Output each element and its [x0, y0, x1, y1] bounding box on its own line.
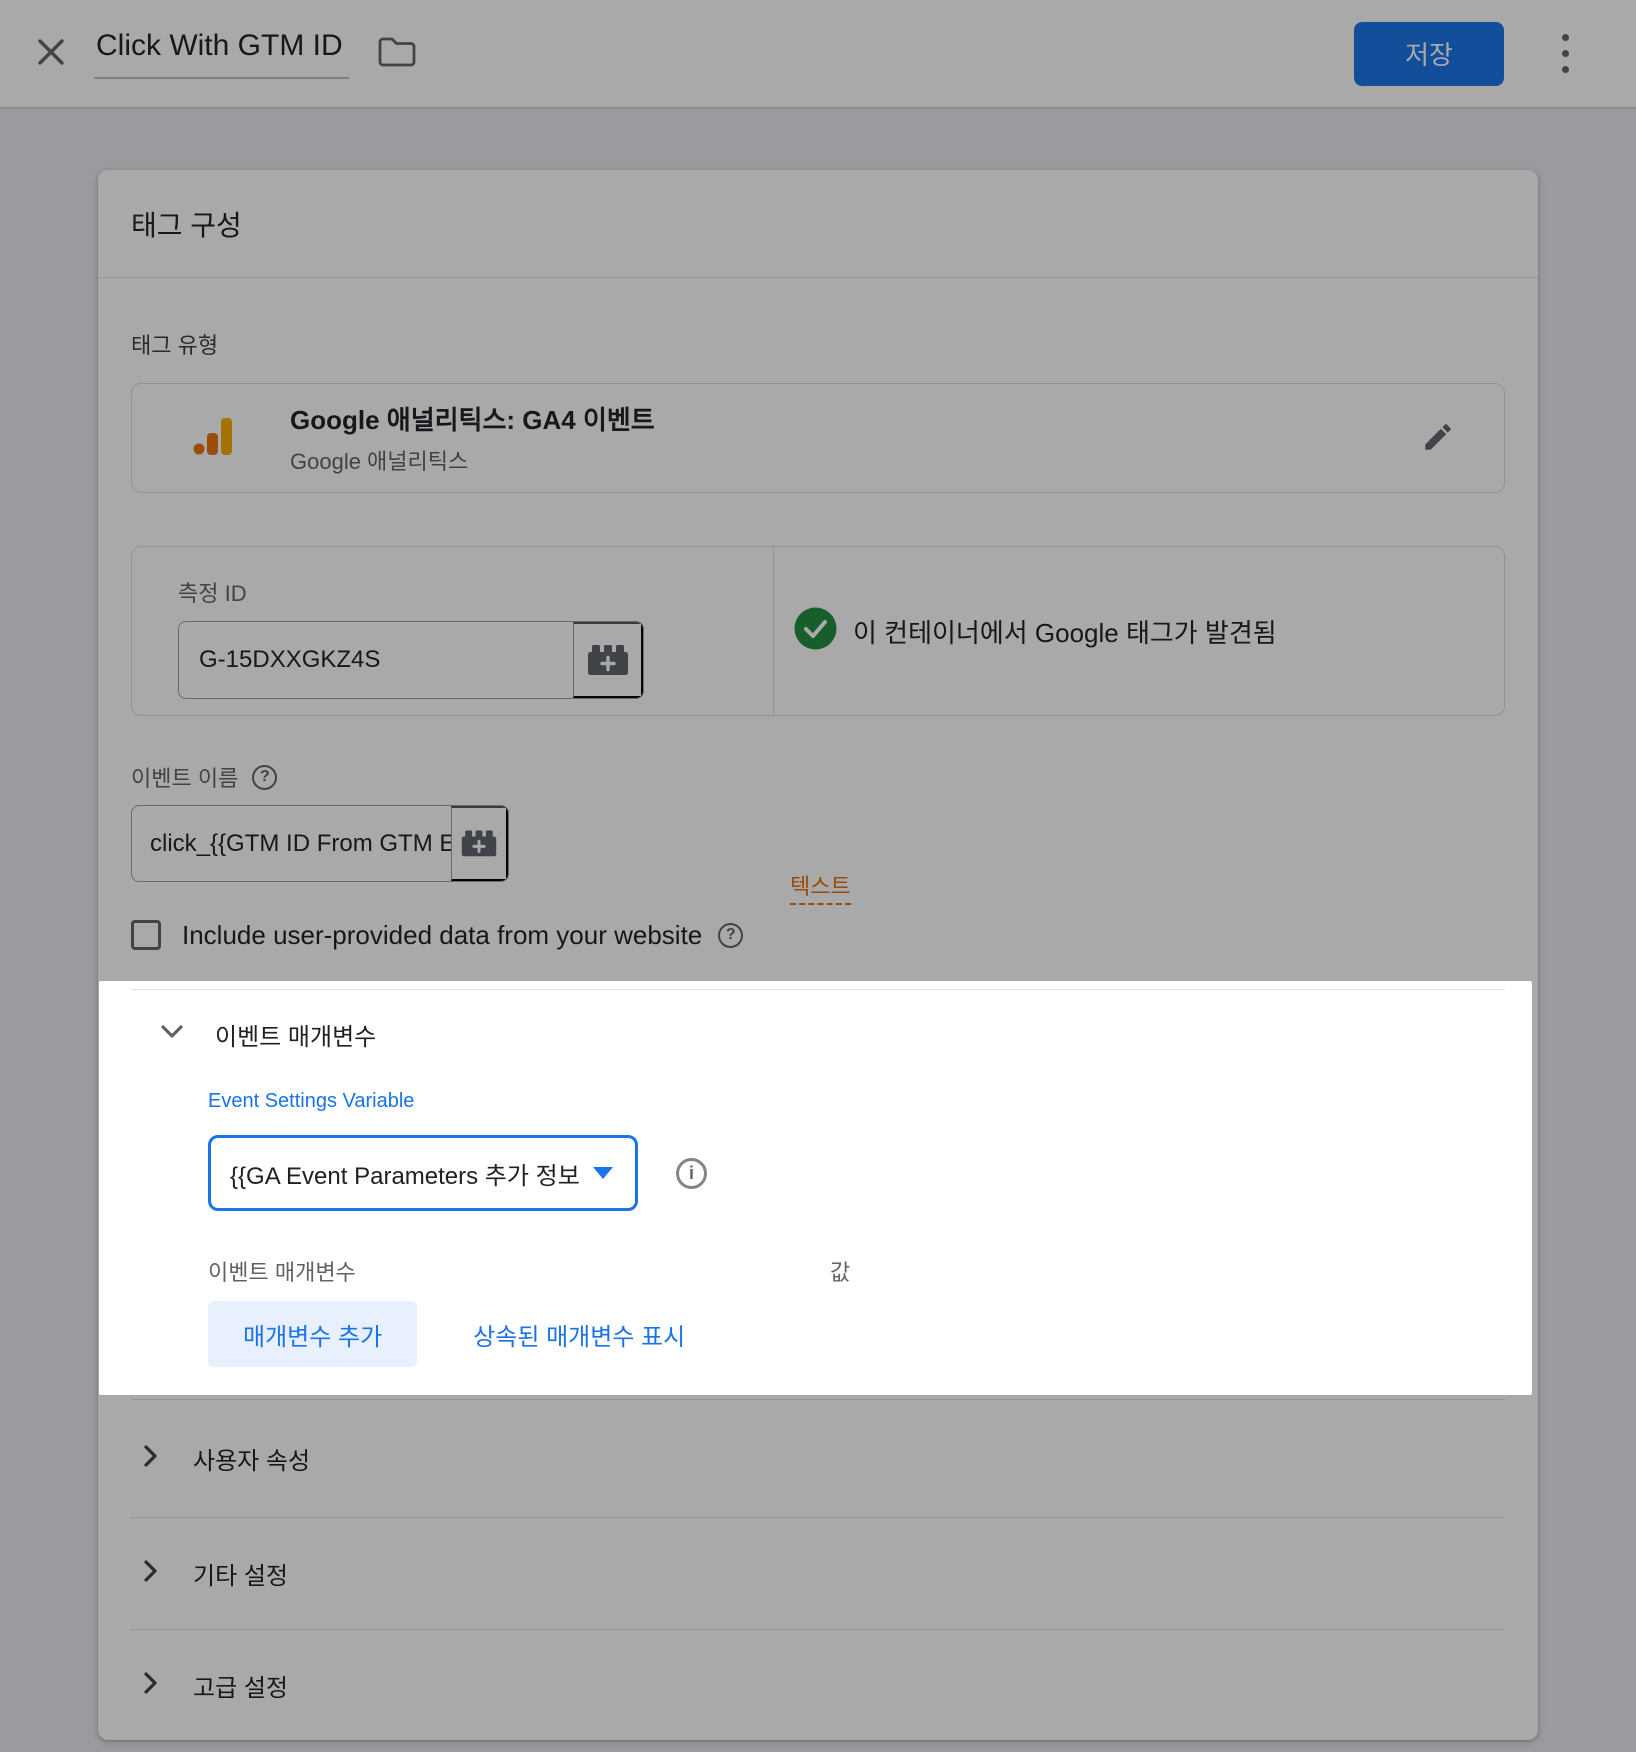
close-button[interactable] — [28, 31, 74, 77]
column-parameter-label: 이벤트 매개변수 — [208, 1255, 830, 1283]
user-data-checkbox[interactable] — [131, 920, 161, 950]
help-icon[interactable]: ? — [718, 923, 743, 948]
variable-brick-icon — [460, 827, 498, 861]
google-tag-status-text: 이 컨테이너에서 Google 태그가 발견됨 — [853, 613, 1277, 650]
info-icon[interactable]: i — [676, 1158, 707, 1189]
close-icon — [34, 35, 68, 72]
event-name-label: 이벤트 이름 — [131, 761, 238, 793]
more-options-button[interactable] — [1550, 31, 1580, 77]
tag-type-label: 태그 유형 — [131, 328, 1505, 360]
dropdown-caret-icon — [593, 1167, 613, 1179]
value-type-chip[interactable]: 텍스트 — [790, 869, 851, 905]
kebab-menu-icon — [1562, 34, 1569, 73]
card-section-title: 태그 구성 — [98, 170, 1538, 278]
event-name-input[interactable]: click_{{GTM ID From GTM Eleme — [132, 806, 451, 881]
parameters-table-header: 이벤트 매개변수 값 — [208, 1255, 1505, 1283]
pencil-icon — [1421, 420, 1455, 457]
user-data-checkbox-row: Include user-provided data from your web… — [131, 918, 1505, 952]
measurement-id-variable-button[interactable] — [573, 622, 643, 698]
tag-type-text: Google 애널리틱스: GA4 이벤트 Google 애널리틱스 — [290, 400, 655, 476]
section-other-settings[interactable]: 기타 설정 — [98, 1518, 1538, 1629]
tag-configuration-card: 태그 구성 태그 유형 Google 애널리틱스: GA4 이벤트 Google… — [98, 170, 1538, 1740]
measurement-id-input[interactable]: G-15DXXGKZ4S — [179, 622, 573, 698]
event-settings-variable-row: {{GA Event Parameters 추가 정보 설정}} i — [208, 1135, 1505, 1211]
measurement-id-left: 측정 ID G-15DXXGKZ4S — [132, 547, 773, 715]
tag-type-name: Google 애널리틱스: GA4 이벤트 — [290, 400, 655, 437]
measurement-id-box: 측정 ID G-15DXXGKZ4S 이 — [131, 546, 1505, 716]
google-tag-status: 이 컨테이너에서 Google 태그가 발견됨 — [774, 547, 1504, 715]
help-icon[interactable]: ? — [252, 765, 277, 790]
event-name-row: click_{{GTM ID From GTM Eleme 텍스트 — [131, 805, 1505, 882]
main-area: 태그 구성 태그 유형 Google 애널리틱스: GA4 이벤트 Google… — [0, 107, 1636, 1740]
top-bar: Click With GTM ID 저장 — [0, 0, 1636, 107]
section-advanced-settings[interactable]: 고급 설정 — [98, 1630, 1538, 1740]
event-parameters-section: 이벤트 매개변수 Event Settings Variable {{GA Ev… — [98, 990, 1538, 1399]
event-parameters-title: 이벤트 매개변수 — [215, 1017, 376, 1052]
edit-tag-type-button[interactable] — [1416, 416, 1460, 460]
variable-brick-icon — [586, 641, 630, 680]
tag-type-vendor: Google 애널리틱스 — [290, 444, 655, 476]
column-value-label: 값 — [830, 1255, 850, 1283]
section-label: 고급 설정 — [193, 1668, 288, 1703]
section-user-properties[interactable]: 사용자 속성 — [98, 1400, 1538, 1517]
tag-config-body: 태그 유형 Google 애널리틱스: GA4 이벤트 Google 애널리틱스 — [98, 328, 1538, 952]
chevron-down-icon — [160, 1024, 184, 1045]
measurement-id-label: 측정 ID — [178, 576, 773, 608]
chevron-right-icon — [143, 1444, 159, 1473]
google-analytics-icon — [188, 413, 234, 464]
event-settings-variable-select[interactable]: {{GA Event Parameters 추가 정보 설정}} — [208, 1135, 638, 1211]
event-parameters-content: Event Settings Variable {{GA Event Param… — [208, 1090, 1505, 1367]
event-name-label-row: 이벤트 이름 ? — [131, 762, 1505, 792]
user-data-checkbox-label: Include user-provided data from your web… — [182, 920, 702, 951]
folder-button[interactable] — [375, 32, 419, 76]
section-label: 기타 설정 — [193, 1556, 288, 1591]
event-name-variable-button[interactable] — [451, 806, 508, 881]
chevron-right-icon — [143, 1671, 159, 1700]
tag-type-box[interactable]: Google 애널리틱스: GA4 이벤트 Google 애널리틱스 — [131, 383, 1505, 493]
show-inherited-parameters-link[interactable]: 상속된 매개변수 표시 — [473, 1317, 685, 1352]
event-settings-variable-label: Event Settings Variable — [208, 1090, 1505, 1113]
measurement-id-input-group: G-15DXXGKZ4S — [178, 621, 644, 699]
event-parameters-header[interactable]: 이벤트 매개변수 — [131, 1016, 1505, 1052]
event-settings-variable-value: {{GA Event Parameters 추가 정보 설정}} — [230, 1156, 585, 1191]
event-name-input-group: click_{{GTM ID From GTM Eleme — [131, 805, 509, 882]
add-parameter-button[interactable]: 매개변수 추가 — [208, 1301, 417, 1367]
tag-title-input[interactable]: Click With GTM ID — [94, 28, 349, 79]
section-label: 사용자 속성 — [193, 1441, 310, 1476]
chevron-right-icon — [143, 1559, 159, 1588]
save-button[interactable]: 저장 — [1354, 22, 1504, 86]
check-circle-icon — [793, 606, 838, 656]
parameters-actions-row: 매개변수 추가 상속된 매개변수 표시 — [208, 1301, 1505, 1367]
folder-icon — [377, 35, 417, 72]
